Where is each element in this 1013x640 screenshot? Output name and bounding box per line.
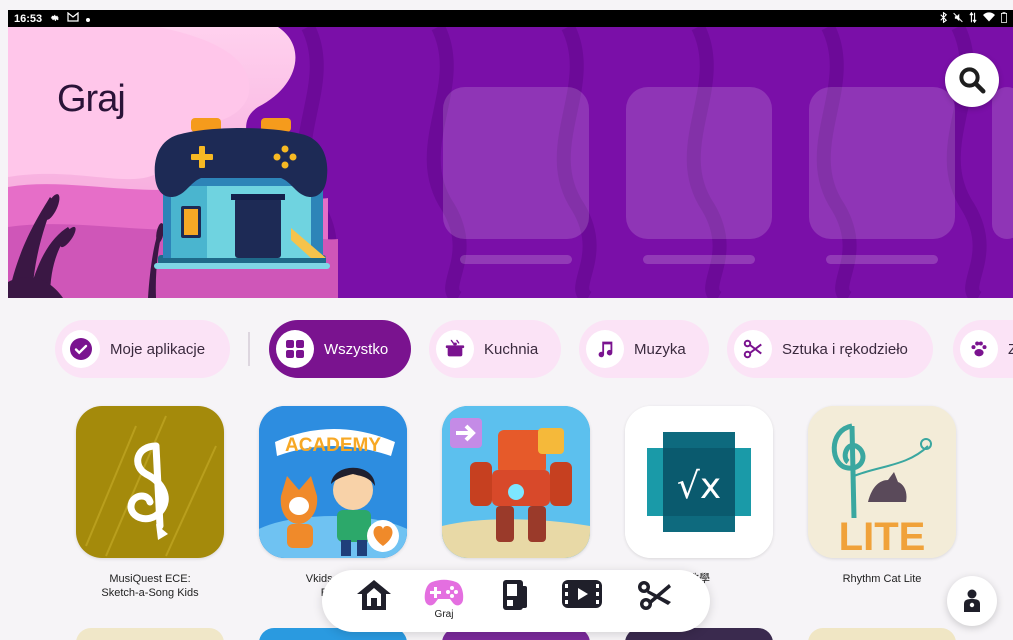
search-icon xyxy=(959,67,986,94)
kid-profile-icon xyxy=(964,589,980,612)
app-item[interactable]: √x 教學 xyxy=(625,406,773,586)
kid-profile-button[interactable] xyxy=(947,576,997,626)
chip-cooking[interactable]: Kuchnia xyxy=(429,320,561,378)
svg-text:ACADEMY: ACADEMY xyxy=(285,435,381,456)
nav-watch[interactable] xyxy=(562,578,602,622)
cat-treble-clef-icon: LITE xyxy=(808,406,956,558)
gamepad-house-illustration xyxy=(154,118,328,258)
placeholder-card xyxy=(443,87,589,239)
chip-animals[interactable]: Z xyxy=(953,320,1013,378)
chip-label: Wszystko xyxy=(324,340,389,358)
dot-icon xyxy=(86,13,91,25)
hero-banner: Graj xyxy=(8,27,1013,298)
robot-icon xyxy=(442,406,590,558)
bluetooth-icon xyxy=(940,11,948,26)
music-note-icon xyxy=(586,330,624,368)
chip-label: Moje aplikacje xyxy=(110,340,206,358)
chip-label: Z xyxy=(1008,340,1013,358)
placeholder-line xyxy=(643,255,755,264)
search-button[interactable] xyxy=(945,53,999,107)
chip-arts-crafts[interactable]: Sztuka i rękodzieło xyxy=(727,320,933,378)
app-tile[interactable]: ACADEMY xyxy=(259,406,407,558)
house-icon xyxy=(357,580,391,610)
chip-divider xyxy=(248,332,250,366)
status-bar: 16:53 xyxy=(8,10,1013,27)
app-tile-partial[interactable] xyxy=(808,628,956,640)
app-name: Rhythm Cat Lite xyxy=(842,573,922,585)
gear-icon xyxy=(49,12,60,26)
square-root-x-icon: √x xyxy=(625,406,773,558)
data-icon xyxy=(969,11,977,26)
chip-all[interactable]: Wszystko xyxy=(269,320,411,378)
treble-clef-pencil-icon xyxy=(85,415,217,557)
placeholder-card xyxy=(809,87,955,239)
nav-create[interactable] xyxy=(634,578,674,622)
chip-label: Kuchnia xyxy=(484,340,539,358)
chip-label: Muzyka xyxy=(634,340,686,358)
app-tile[interactable]: √x xyxy=(625,406,773,558)
placeholder-line xyxy=(460,255,572,264)
app-tile[interactable] xyxy=(76,406,224,558)
app-tile[interactable]: LITE xyxy=(808,406,956,558)
scissors-icon xyxy=(734,330,772,368)
placeholder-card xyxy=(992,87,1013,239)
app-name: MusiQuest ECE: Sketch-a-Song Kids xyxy=(101,573,199,599)
svg-text:√x: √x xyxy=(677,466,721,507)
category-chips: Moje aplikacje Wszystko Kuchnia Muzyka S… xyxy=(55,320,1013,378)
paw-icon xyxy=(960,330,998,368)
nav-label: Graj xyxy=(434,609,454,620)
chip-music[interactable]: Muzyka xyxy=(579,320,709,378)
mute-icon xyxy=(953,12,963,26)
bottom-navigation: Graj xyxy=(322,570,710,632)
nav-home[interactable] xyxy=(354,578,394,622)
page-title: Graj xyxy=(57,78,126,120)
app-item[interactable] xyxy=(442,406,590,572)
check-circle-icon xyxy=(62,330,100,368)
status-time: 16:53 xyxy=(14,12,43,25)
pot-icon xyxy=(436,330,474,368)
app-tile[interactable] xyxy=(442,406,590,558)
wifi-icon xyxy=(983,12,995,25)
nav-read[interactable] xyxy=(494,578,534,622)
gamepad-icon xyxy=(424,579,464,606)
chip-my-apps[interactable]: Moje aplikacje xyxy=(55,320,230,378)
grid-icon xyxy=(276,330,314,368)
academy-kids-icon: ACADEMY xyxy=(259,406,407,558)
placeholder-line xyxy=(826,255,938,264)
battery-icon xyxy=(1001,11,1007,26)
placeholder-card xyxy=(626,87,772,239)
app-item[interactable]: LITE Rhythm Cat Lite xyxy=(808,406,956,586)
gmail-icon xyxy=(67,11,79,25)
play-screen: 16:53 Graj Moje aplikacje Wszystko Kuchn… xyxy=(0,0,1013,640)
book-icon xyxy=(503,580,527,610)
scissors-icon xyxy=(638,581,671,610)
video-icon xyxy=(562,580,602,608)
app-tile-partial[interactable] xyxy=(76,628,224,640)
nav-play[interactable]: Graj xyxy=(424,578,464,622)
chip-label: Sztuka i rękodzieło xyxy=(782,340,908,358)
svg-text:LITE: LITE xyxy=(839,515,926,558)
app-item[interactable]: MusiQuest ECE: Sketch-a-Song Kids xyxy=(76,406,224,600)
